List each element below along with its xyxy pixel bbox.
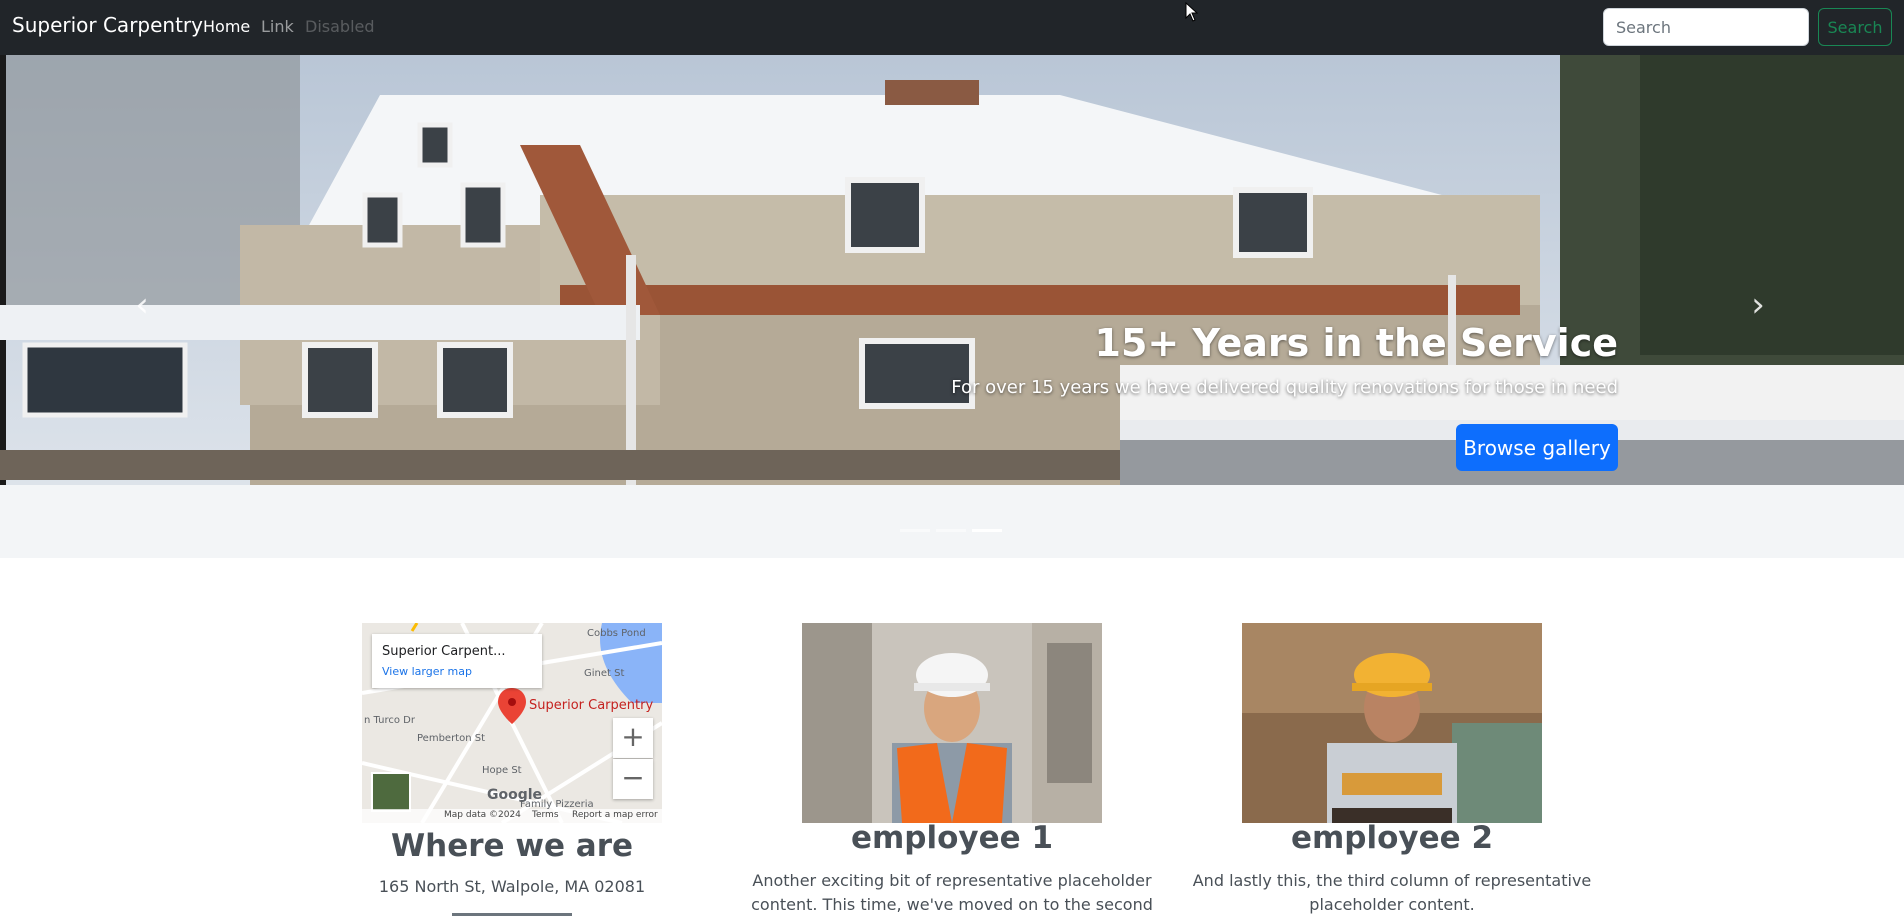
carousel-prev-button[interactable]: ‹	[112, 265, 172, 345]
map-terms-link[interactable]: Terms	[532, 810, 559, 820]
browse-gallery-button[interactable]: Browse gallery	[1456, 424, 1618, 471]
nav-link-link[interactable]: Link	[261, 17, 294, 36]
employee-2-name: employee 2	[1290, 820, 1494, 856]
map-street-label: Hope St	[482, 765, 522, 776]
mouse-cursor-icon	[1185, 2, 1199, 22]
map-info-card: Superior Carpent... View larger map	[372, 634, 542, 688]
carousel-indicator[interactable]	[900, 529, 930, 532]
nav-link-home[interactable]: Home	[203, 17, 250, 36]
map-report-link[interactable]: Report a map error	[572, 810, 658, 820]
employee-1-text: Another exciting bit of representative p…	[751, 871, 1153, 914]
map-street-label: Pemberton St	[417, 733, 486, 744]
view-larger-map-link[interactable]: View larger map	[382, 665, 472, 678]
employee-1-photo	[802, 623, 1102, 823]
map-street-label: n Turco Dr	[364, 715, 415, 726]
employee-2-text: And lastly this, the third column of rep…	[1192, 871, 1592, 914]
employee-1-name: employee 1	[850, 820, 1054, 856]
location-title: Where we are	[390, 828, 634, 864]
map-street-label: Cobbs Pond	[587, 628, 646, 639]
hero-title: 15+ Years in the Service	[1094, 321, 1618, 365]
map-zoom-in-button[interactable]: +	[613, 718, 653, 758]
map-data-text: Map data ©2024	[444, 810, 521, 820]
chevron-left-icon: ‹	[135, 285, 149, 325]
map-pin-label: Superior Carpentry	[529, 698, 654, 713]
map-footer: Map data ©2024 Terms Report a map error	[362, 809, 662, 823]
carousel-indicator-active[interactable]	[972, 529, 1002, 532]
hero-carousel: ‹ › 15+ Years in the Service For over 15…	[0, 55, 1904, 558]
map-place-name: Superior Carpent...	[382, 644, 506, 659]
brand-link[interactable]: Superior Carpentry	[12, 13, 203, 37]
map-street-label: Ginet St	[584, 668, 625, 679]
carousel-indicator[interactable]	[936, 529, 966, 532]
nav-link-disabled: Disabled	[305, 17, 375, 36]
google-logo: Google	[487, 787, 543, 803]
search-input[interactable]	[1603, 8, 1809, 46]
location-map[interactable]: Cobbs Pond Ginet St n Turco Dr Pemberton…	[362, 623, 662, 823]
carousel-next-button[interactable]: ›	[1728, 265, 1788, 345]
house-image	[0, 55, 1904, 558]
chevron-right-icon: ›	[1751, 285, 1765, 325]
map-zoom-out-button[interactable]: −	[613, 759, 653, 799]
navbar: Superior Carpentry Home Link Disabled Se…	[0, 0, 1904, 55]
employee-2-photo	[1242, 623, 1542, 823]
search-button[interactable]: Search	[1818, 8, 1892, 46]
location-address: 165 North St, Walpole, MA 02081	[378, 877, 646, 896]
hero-text: For over 15 years we have delivered qual…	[951, 377, 1618, 398]
